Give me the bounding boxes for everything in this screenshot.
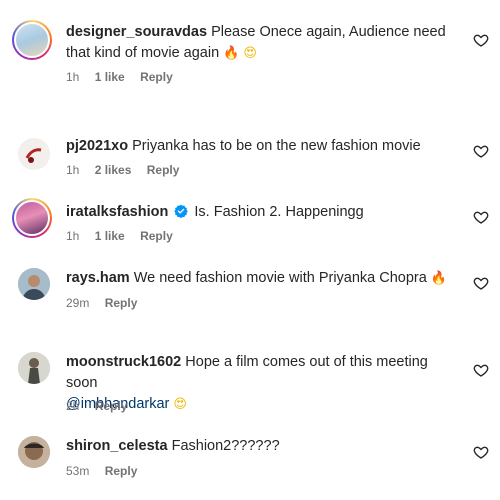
comment-time: 1h: [66, 70, 80, 84]
comment-meta: 1h 1 like Reply: [66, 70, 185, 84]
comment-likes[interactable]: 1 like: [95, 229, 125, 243]
reply-button[interactable]: Reply: [95, 399, 128, 413]
avatar-image: [18, 138, 50, 170]
avatar[interactable]: [18, 268, 50, 300]
comment-meta: 2h Reply: [66, 399, 139, 413]
heart-outline-icon[interactable]: [473, 362, 489, 378]
reply-button[interactable]: Reply: [140, 229, 173, 243]
heart-eyes-emoji: 😍: [243, 46, 257, 61]
heart-outline-icon[interactable]: [473, 275, 489, 291]
comment-time: 1h: [66, 229, 80, 243]
comment-body: Is. Fashion 2. Happeningg: [194, 204, 364, 220]
heart-outline-icon[interactable]: [473, 209, 489, 225]
heart-outline-icon[interactable]: [473, 143, 489, 159]
reply-button[interactable]: Reply: [105, 464, 138, 478]
reply-button[interactable]: Reply: [105, 296, 138, 310]
comment-meta: 1h 1 like Reply: [66, 229, 185, 243]
comment-text-block: shiron_celesta Fashion2??????: [66, 436, 452, 457]
avatar-image: [18, 268, 50, 300]
comment-username[interactable]: moonstruck1602: [66, 354, 181, 370]
avatar-image: [18, 436, 50, 468]
comment-username[interactable]: designer_souravdas: [66, 24, 207, 40]
comment-likes[interactable]: 2 likes: [95, 163, 132, 177]
avatar[interactable]: [12, 198, 52, 238]
fire-emoji: 🔥: [430, 271, 448, 286]
comment-username[interactable]: shiron_celesta: [66, 438, 168, 454]
reply-button[interactable]: Reply: [140, 70, 173, 84]
comment-time: 1h: [66, 163, 80, 177]
comment-likes[interactable]: 1 like: [95, 70, 125, 84]
verified-badge-icon: [174, 204, 189, 218]
comment-username[interactable]: pj2021xo: [66, 138, 128, 154]
comment-username[interactable]: rays.ham: [66, 270, 130, 286]
fire-emoji: 🔥: [223, 46, 240, 61]
comment-body: We need fashion movie with Priyanka Chop…: [133, 270, 427, 286]
comment-text-block: designer_souravdas Please Onece again, A…: [66, 22, 452, 64]
avatar-image: [18, 352, 50, 384]
avatar[interactable]: [18, 436, 50, 468]
heart-outline-icon[interactable]: [473, 32, 489, 48]
comment-meta: 1h 2 likes Reply: [66, 163, 191, 177]
comment-meta: 29m Reply: [66, 296, 149, 310]
comment-body: Priyanka has to be on the new fashion mo…: [132, 138, 421, 154]
heart-eyes-emoji: 😍: [173, 397, 187, 412]
comment-body: Fashion2??????: [171, 438, 280, 454]
comment-text-block: pj2021xo Priyanka has to be on the new f…: [66, 136, 452, 157]
comment-username[interactable]: iratalksfashion: [66, 204, 168, 220]
avatar[interactable]: [18, 138, 50, 170]
comment-meta: 53m Reply: [66, 464, 149, 478]
heart-outline-icon[interactable]: [473, 444, 489, 460]
avatar[interactable]: [18, 352, 50, 384]
comment-time: 2h: [66, 399, 80, 413]
avatar[interactable]: [12, 20, 52, 60]
comment-text-block: rays.ham We need fashion movie with Priy…: [66, 268, 452, 289]
comment-time: 53m: [66, 464, 90, 478]
reply-button[interactable]: Reply: [147, 163, 180, 177]
comment-text-block: iratalksfashion Is. Fashion 2. Happening…: [66, 202, 452, 223]
comment-time: 29m: [66, 296, 90, 310]
